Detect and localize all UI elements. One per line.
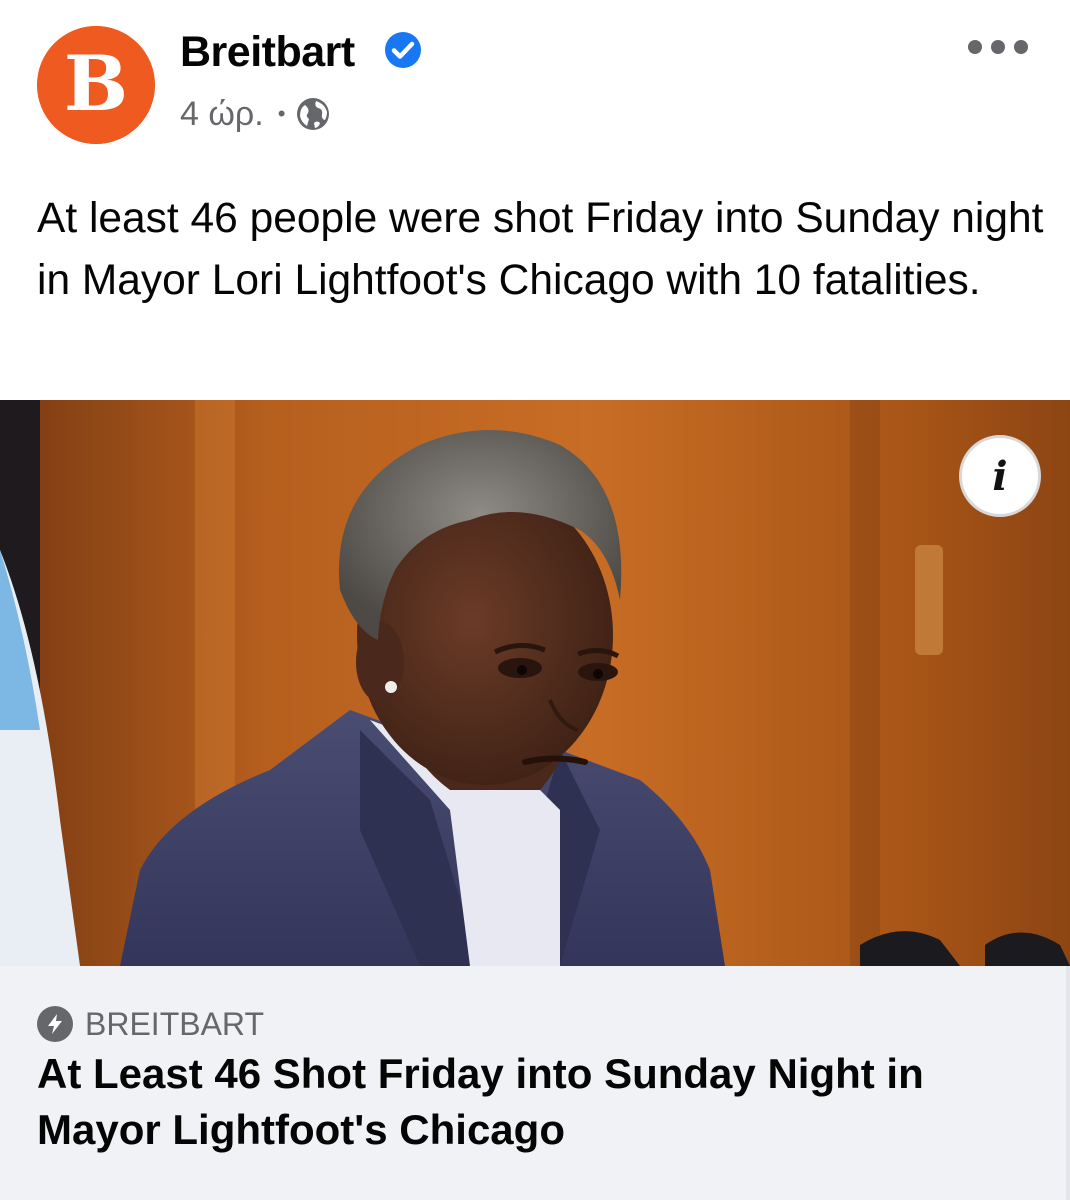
page-avatar[interactable]: B [37,26,155,144]
post-text: At least 46 people were shot Friday into… [37,195,1044,304]
post-header: B Breitbart 4 ώρ. • [0,0,1070,160]
post-photo[interactable] [0,400,1070,966]
more-dot [991,40,1005,54]
lightning-bolt-icon [37,1006,73,1042]
verified-badge-icon [385,32,421,68]
link-domain: BREITBART [85,1006,264,1042]
breitbart-logo-icon: B [37,26,155,144]
link-title[interactable]: At Least 46 Shot Friday into Sunday Nigh… [37,1046,1037,1158]
post-timestamp[interactable]: 4 ώρ. [180,92,264,136]
svg-text:B: B [64,39,128,128]
more-options-button[interactable] [968,34,1028,60]
link-domain-row: BREITBART [37,1006,264,1042]
meta-separator: • [277,101,286,126]
more-dot [1014,40,1028,54]
page-name[interactable]: Breitbart [180,26,355,78]
link-preview-card[interactable]: BREITBART At Least 46 Shot Friday into S… [0,966,1070,1200]
more-dot [968,40,982,54]
post-meta: 4 ώρ. • [180,92,331,136]
info-button[interactable]: i [959,435,1041,517]
person-photo-illustration [0,400,1070,966]
globe-icon[interactable] [295,96,331,132]
